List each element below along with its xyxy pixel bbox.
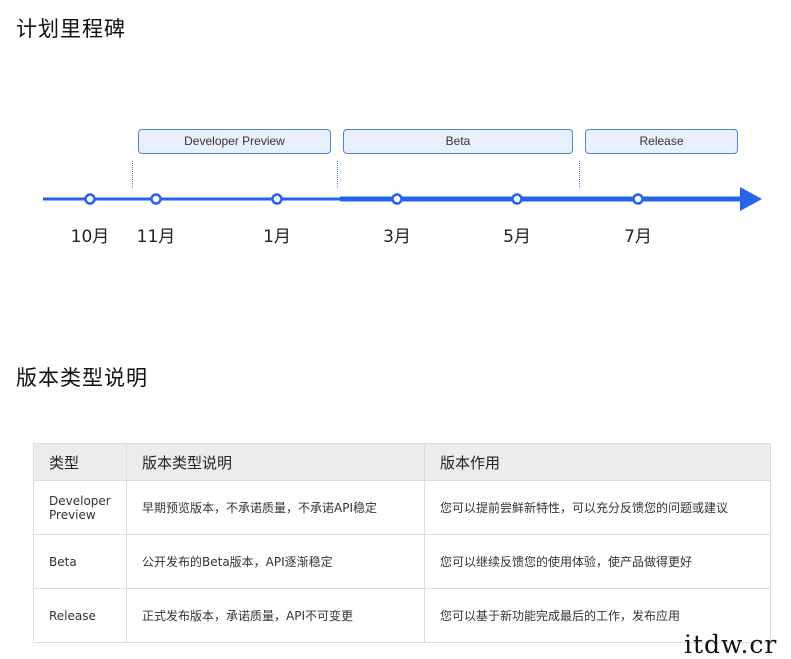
table-header-row: 类型 版本类型说明 版本作用 [33,443,771,481]
cell-type: Release [33,588,127,643]
table-row: Release 正式发布版本，承诺质量，API不可变更 您可以基于新功能完成最后… [33,588,771,643]
milestone-node [271,193,283,205]
milestone-node [632,193,644,205]
version-types-title: 版本类型说明 [16,366,148,390]
header-description: 版本类型说明 [126,443,425,481]
header-type: 类型 [33,443,127,481]
month-label: 3月 [383,227,411,247]
table-row: Developer Preview 早期预览版本，不承诺质量，不承诺API稳定 … [33,480,771,535]
month-label: 10月 [70,227,110,247]
cell-type: Developer Preview [33,480,127,535]
milestone-node [84,193,96,205]
version-types-table: 类型 版本类型说明 版本作用 Developer Preview 早期预览版本，… [33,443,771,643]
watermark: itdw.cr [684,630,778,659]
month-label: 11月 [136,227,176,247]
milestones-title: 计划里程碑 [16,17,126,41]
cell-purpose: 您可以继续反馈您的使用体验，使产品做得更好 [424,534,771,589]
axis-arrow-icon [740,187,762,211]
milestone-timeline: Developer Preview Beta Release 10月 11月 1… [0,100,791,260]
milestone-node [150,193,162,205]
table-row: Beta 公开发布的Beta版本，API逐渐稳定 您可以继续反馈您的使用体验，使… [33,534,771,589]
header-purpose: 版本作用 [424,443,771,481]
milestone-node [511,193,523,205]
month-label: 5月 [503,227,531,247]
cell-description: 公开发布的Beta版本，API逐渐稳定 [126,534,425,589]
cell-description: 正式发布版本，承诺质量，API不可变更 [126,588,425,643]
month-label: 7月 [624,227,652,247]
cell-purpose: 您可以提前尝鲜新特性，可以充分反馈您的问题或建议 [424,480,771,535]
cell-type: Beta [33,534,127,589]
cell-description: 早期预览版本，不承诺质量，不承诺API稳定 [126,480,425,535]
month-label: 1月 [263,227,291,247]
milestone-node [391,193,403,205]
